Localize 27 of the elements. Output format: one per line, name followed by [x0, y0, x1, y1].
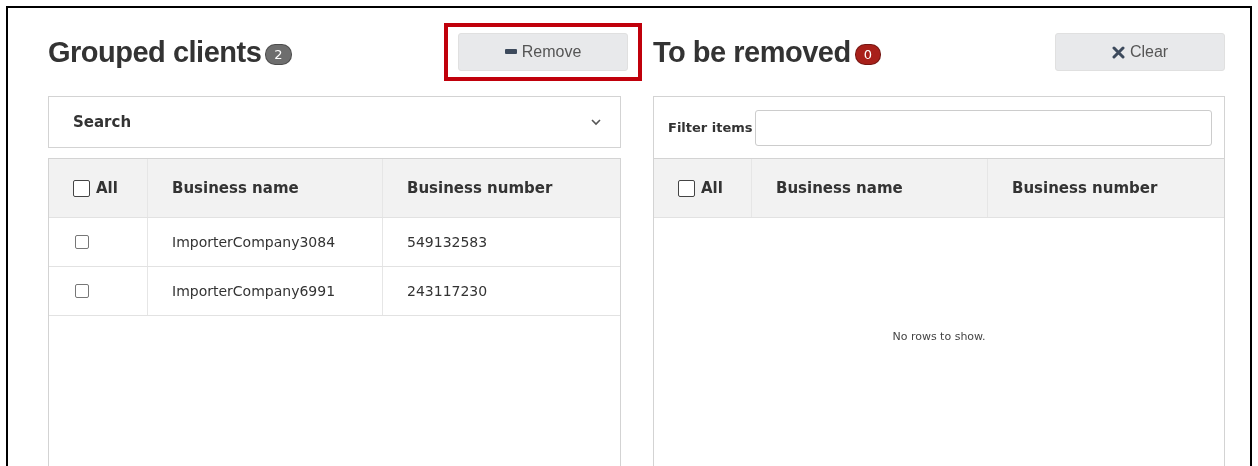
column-header[interactable]: Business name: [172, 179, 299, 197]
column-header[interactable]: Business number: [407, 179, 553, 197]
table-cell: ImporterCompany6991: [172, 283, 336, 299]
panel-title: Grouped clients: [48, 35, 262, 69]
table-cell: 549132583: [407, 234, 488, 250]
select-all-label: All: [96, 179, 118, 197]
table-cell: 243117230: [407, 283, 488, 299]
checkbox[interactable]: [75, 235, 89, 249]
column-header[interactable]: Business number: [1012, 179, 1158, 197]
minus-icon: [504, 49, 517, 55]
checkbox[interactable]: [678, 179, 695, 197]
close-icon: [1111, 45, 1125, 59]
empty-message: No rows to show.: [892, 330, 986, 343]
chevron-down-icon[interactable]: [590, 118, 602, 126]
filter-field[interactable]: [754, 109, 1212, 146]
remove-button[interactable]: Remove: [458, 33, 628, 71]
filter-label: Filter items: [668, 120, 753, 135]
panel-title: To be removed: [653, 35, 851, 69]
count-badge: 2: [265, 43, 292, 65]
search-dropdown[interactable]: Search: [48, 96, 621, 148]
checkbox[interactable]: [73, 179, 90, 197]
checkbox[interactable]: [75, 284, 89, 298]
column-header[interactable]: Business name: [776, 179, 903, 197]
count-badge: 0: [854, 43, 881, 65]
table-cell: ImporterCompany3084: [172, 234, 336, 250]
clear-button[interactable]: Clear: [1055, 33, 1225, 71]
select-all-label: All: [701, 179, 723, 197]
